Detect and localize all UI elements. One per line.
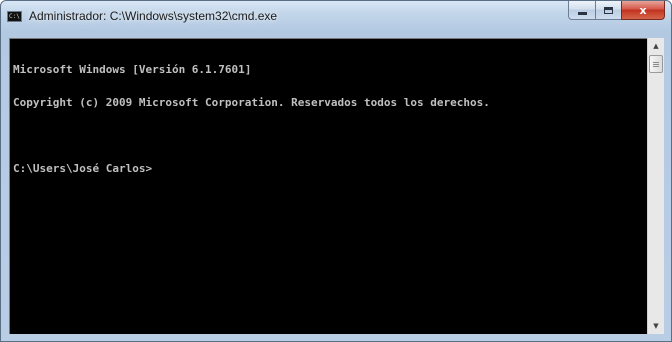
maximize-icon xyxy=(604,6,613,14)
maximize-button[interactable] xyxy=(595,1,621,20)
vertical-scrollbar[interactable]: ▲ ▼ xyxy=(647,38,664,334)
console-output[interactable]: Microsoft Windows [Versión 6.1.7601] Cop… xyxy=(9,38,647,334)
scroll-up-button[interactable]: ▲ xyxy=(648,38,664,54)
caption-buttons: x xyxy=(568,1,665,21)
scrollbar-thumb[interactable] xyxy=(649,55,663,73)
grip-icon xyxy=(653,61,659,67)
minimize-icon xyxy=(577,11,587,15)
arrow-down-icon: ▼ xyxy=(653,322,659,330)
cmd-icon[interactable]: C:\ xyxy=(7,11,22,22)
minimize-button[interactable] xyxy=(568,1,595,20)
arrow-up-icon: ▲ xyxy=(653,42,659,50)
close-icon: x xyxy=(639,3,647,17)
close-button[interactable]: x xyxy=(621,1,665,20)
console-prompt[interactable]: C:\Users\José Carlos> xyxy=(13,163,647,174)
cmd-window: C:\ Administrador: C:\Windows\system32\c… xyxy=(0,0,672,342)
title-bar[interactable]: C:\ Administrador: C:\Windows\system32\c… xyxy=(1,1,671,31)
scroll-down-button[interactable]: ▼ xyxy=(648,318,664,334)
console-line: Microsoft Windows [Versión 6.1.7601] xyxy=(13,63,252,76)
console-line: Copyright (c) 2009 Microsoft Corporation… xyxy=(13,96,490,109)
window-title: Administrador: C:\Windows\system32\cmd.e… xyxy=(29,9,278,23)
